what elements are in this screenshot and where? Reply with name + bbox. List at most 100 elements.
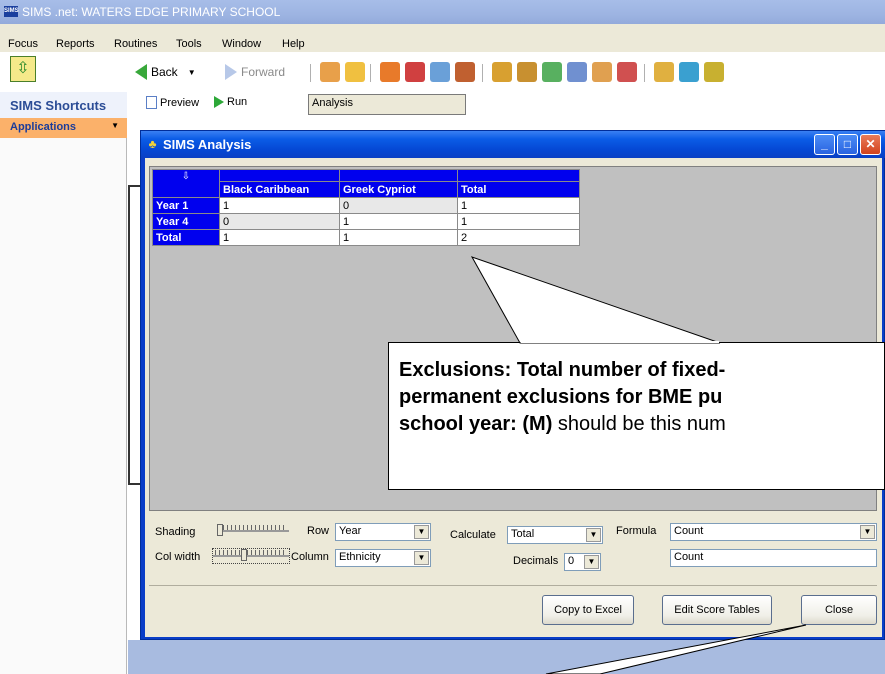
colwidth-slider[interactable] <box>212 548 290 564</box>
applications-menu[interactable]: Applications ▼ <box>0 118 127 138</box>
menu-help[interactable]: Help <box>282 38 305 51</box>
table-cell[interactable]: 1 <box>457 213 580 230</box>
column-header[interactable]: Total <box>457 181 580 198</box>
run-label: Run <box>227 96 248 108</box>
menu-reports[interactable]: Reports <box>56 38 95 51</box>
sims-shortcuts-header: SIMS Shortcuts <box>0 92 127 118</box>
calculate-label: Calculate <box>450 529 496 541</box>
register-icon[interactable] <box>542 62 562 82</box>
table-cell[interactable]: 1 <box>219 229 340 246</box>
chevron-down-icon[interactable]: ▼ <box>414 551 429 565</box>
background-frame <box>128 185 140 485</box>
callout-line-1: Exclusions: Total number of fixed- <box>399 359 726 381</box>
callout-text: Exclusions: Total number of fixed- perma… <box>399 357 884 438</box>
sidebar: SIMS Shortcuts Applications ▼ <box>0 92 127 674</box>
sort-down-icon[interactable]: ⇩ <box>152 169 220 198</box>
table-cell[interactable]: 1 <box>219 197 340 214</box>
toolbar-separator <box>370 64 371 82</box>
table-cell[interactable]: 0 <box>219 213 340 230</box>
column-header[interactable]: Greek Cypriot <box>339 181 458 198</box>
pupil-icon[interactable] <box>592 62 612 82</box>
table-cell[interactable]: 1 <box>339 213 458 230</box>
dialog-button-bar: Copy to Excel Edit Score Tables Close <box>149 585 877 633</box>
menu-bar: Focus Reports Routines Tools Window Help <box>0 24 885 52</box>
preview-label: Preview <box>160 96 200 109</box>
back-button[interactable]: Back ▼ <box>135 62 196 82</box>
table-row: Total 1 1 2 <box>152 229 580 246</box>
menu-focus[interactable]: Focus <box>8 38 38 51</box>
back-arrow-icon <box>135 64 147 80</box>
column-header[interactable]: Black Caribbean <box>219 181 340 198</box>
table-row: Year 1 1 0 1 <box>152 197 580 214</box>
chart-person-icon[interactable] <box>492 62 512 82</box>
table-row: Year 4 0 1 1 <box>152 213 580 230</box>
callout-box: Exclusions: Total number of fixed- perma… <box>388 342 885 490</box>
back-dropdown-icon[interactable]: ▼ <box>188 68 196 77</box>
slider-thumb[interactable] <box>217 524 223 536</box>
menu-tools[interactable]: Tools <box>176 38 202 51</box>
maximize-button[interactable]: □ <box>837 134 858 155</box>
slider-thumb[interactable] <box>241 549 247 561</box>
callout-line-3-normal: should be this num <box>552 413 726 435</box>
calculate-select[interactable]: Total ▼ <box>507 526 603 544</box>
row-header[interactable]: Year 1 <box>152 197 220 214</box>
refresh-icon[interactable] <box>679 62 699 82</box>
edit-icon[interactable] <box>567 62 587 82</box>
colwidth-label: Col width <box>155 551 201 563</box>
close-button[interactable]: Close <box>801 595 877 625</box>
flag-icon[interactable] <box>405 62 425 82</box>
background-panel <box>128 640 885 674</box>
formula-select[interactable]: Count ▼ <box>670 523 877 541</box>
row-select-value: Year <box>339 525 362 537</box>
preview-button[interactable]: Preview <box>146 96 199 109</box>
copy-to-excel-button[interactable]: Copy to Excel <box>542 595 634 625</box>
chart-people-icon[interactable] <box>517 62 537 82</box>
forward-label: Forward <box>241 65 286 79</box>
clock-icon[interactable] <box>617 62 637 82</box>
person-icon[interactable] <box>345 62 365 82</box>
minimize-button[interactable]: _ <box>814 134 835 155</box>
sims-logo-icon: SIMS <box>4 6 19 17</box>
menu-routines[interactable]: Routines <box>114 38 157 51</box>
app-title-bar: SIMS SIMS .net: WATERS EDGE PRIMARY SCHO… <box>0 0 885 24</box>
analysis-controls: Shading Col width Row Year ▼ Column Ethn… <box>149 518 877 582</box>
callout-line-3-bold: school year: (M) <box>399 413 553 435</box>
run-arrow-icon <box>214 96 224 108</box>
decimals-select[interactable]: 0 ▼ <box>564 553 601 571</box>
chevron-down-icon[interactable]: ▼ <box>586 528 601 542</box>
applications-label: Applications <box>10 121 77 133</box>
row-select[interactable]: Year ▼ <box>335 523 431 541</box>
people-icon[interactable] <box>320 62 340 82</box>
menu-window[interactable]: Window <box>222 38 261 51</box>
shading-slider[interactable] <box>217 524 289 538</box>
forward-button[interactable]: Forward <box>225 62 285 82</box>
book-icon[interactable] <box>380 62 400 82</box>
analysis-field[interactable]: Analysis <box>308 94 466 115</box>
chevron-down-icon[interactable]: ▼ <box>414 525 429 539</box>
home-icon[interactable]: ⇳ <box>10 56 36 82</box>
dialog-title-bar[interactable]: ♣ SIMS Analysis _ □ ✕ <box>141 131 885 158</box>
table-cell[interactable]: 0 <box>339 197 458 214</box>
formula-input[interactable]: Count <box>670 549 877 567</box>
table-cell[interactable]: 1 <box>457 197 580 214</box>
run-button[interactable]: Run <box>214 96 247 108</box>
column-select[interactable]: Ethnicity ▼ <box>335 549 431 567</box>
swap-icon[interactable] <box>654 62 674 82</box>
chevron-down-icon: ▼ <box>111 121 119 130</box>
decimals-label: Decimals <box>513 555 559 567</box>
tree-icon: ♣ <box>148 137 157 151</box>
close-window-button[interactable]: ✕ <box>860 134 881 155</box>
edit-score-tables-button[interactable]: Edit Score Tables <box>662 595 772 625</box>
group-icon[interactable] <box>430 62 450 82</box>
chevron-down-icon[interactable]: ▼ <box>860 525 875 539</box>
table-cell[interactable]: 1 <box>339 229 458 246</box>
toolbar-separator <box>482 64 483 82</box>
row-header[interactable]: Total <box>152 229 220 246</box>
chevron-down-icon[interactable]: ▼ <box>584 555 599 569</box>
toolbar-separator <box>310 64 311 82</box>
shading-label: Shading <box>155 526 196 538</box>
export-icon[interactable] <box>704 62 724 82</box>
staff-icon[interactable] <box>455 62 475 82</box>
row-header[interactable]: Year 4 <box>152 213 220 230</box>
table-cell[interactable]: 2 <box>457 229 580 246</box>
